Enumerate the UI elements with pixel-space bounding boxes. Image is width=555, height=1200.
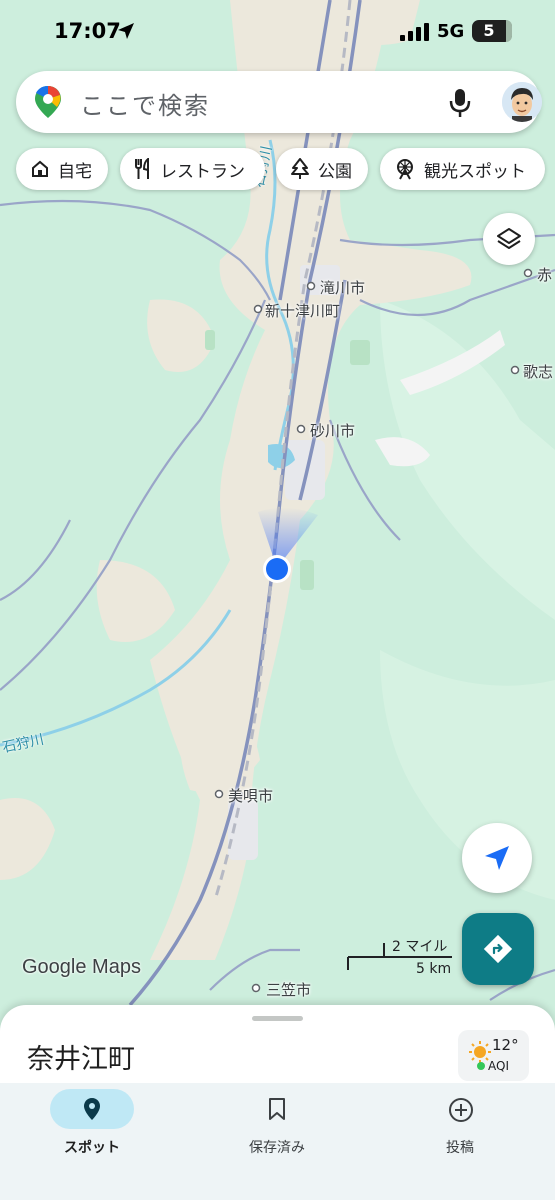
layers-icon	[497, 228, 521, 249]
map-label-takikawa[interactable]: 滝川市	[320, 277, 365, 298]
google-maps-pin-icon	[35, 86, 61, 118]
restaurant-icon	[135, 158, 149, 179]
directions-button[interactable]	[462, 913, 534, 985]
layers-button[interactable]	[483, 213, 535, 265]
chip-attractions-label: 観光スポット	[424, 161, 526, 182]
google-maps-logo: Google Maps	[22, 956, 141, 978]
explore-pin-icon	[84, 1098, 100, 1120]
battery-level: 5	[483, 21, 495, 40]
map-label-akabira[interactable]: 赤	[537, 264, 552, 285]
map-label-mikasa[interactable]: 三笠市	[266, 979, 311, 1000]
chip-home-label: 自宅	[58, 161, 92, 182]
sheet-drag-handle[interactable]	[252, 1016, 303, 1021]
battery-icon: 5	[472, 20, 512, 42]
search-input[interactable]: ここで検索	[80, 86, 210, 121]
map-label-sunagawa[interactable]: 砂川市	[310, 420, 355, 441]
scale-metric: 5 km	[416, 961, 452, 977]
scale-imperial: 2 マイル	[392, 939, 448, 955]
status-bar: 17:07 5G 5	[0, 0, 555, 66]
weather-temperature: 12°	[492, 1036, 519, 1054]
cell-signal-icon	[400, 23, 429, 41]
bookmark-icon	[269, 1098, 285, 1120]
chip-home[interactable]: 自宅	[16, 148, 108, 190]
nav-contribute-label: 投稿	[446, 1140, 474, 1156]
nav-saved-label: 保存済み	[249, 1140, 305, 1156]
aqi-status-dot	[477, 1062, 485, 1070]
aqi-label: AQI	[488, 1059, 509, 1073]
park-icon	[291, 158, 309, 179]
nav-contribute[interactable]: 投稿	[385, 1083, 535, 1183]
search-bar[interactable]: ここで検索	[16, 71, 542, 133]
scale-bar: 2 マイル 5 km	[346, 935, 454, 979]
network-type: 5G	[437, 21, 465, 42]
add-circle-icon	[449, 1098, 473, 1122]
location-services-icon	[118, 23, 134, 39]
chip-restaurants-label: レストラン	[160, 161, 245, 182]
account-avatar[interactable]	[502, 82, 542, 122]
chip-restaurants[interactable]: レストラン	[120, 148, 265, 190]
directions-icon	[483, 934, 513, 964]
weather-widget[interactable]: 12° AQI	[458, 1030, 529, 1081]
status-time: 17:07	[54, 19, 121, 43]
navigation-arrow-icon	[485, 846, 509, 870]
nav-saved[interactable]: 保存済み	[202, 1083, 352, 1183]
attraction-icon	[397, 159, 413, 180]
chip-parks-label: 公園	[318, 161, 352, 182]
chip-attractions[interactable]: 観光スポット	[380, 148, 545, 190]
nav-explore[interactable]: スポット	[17, 1083, 167, 1183]
chip-parks[interactable]: 公園	[276, 148, 368, 190]
home-icon	[32, 160, 48, 177]
nav-explore-label: スポット	[64, 1140, 120, 1156]
map-label-utashinai[interactable]: 歌志	[523, 361, 553, 382]
microphone-icon[interactable]	[449, 88, 471, 118]
bottom-navigation: スポット 保存済み 投稿	[0, 1083, 555, 1200]
my-location-button[interactable]	[462, 823, 532, 893]
map-label-bibai[interactable]: 美唄市	[228, 785, 273, 806]
map-label-shintotsukawa[interactable]: 新十津川町	[265, 300, 340, 321]
place-name: 奈井江町	[27, 1044, 135, 1075]
